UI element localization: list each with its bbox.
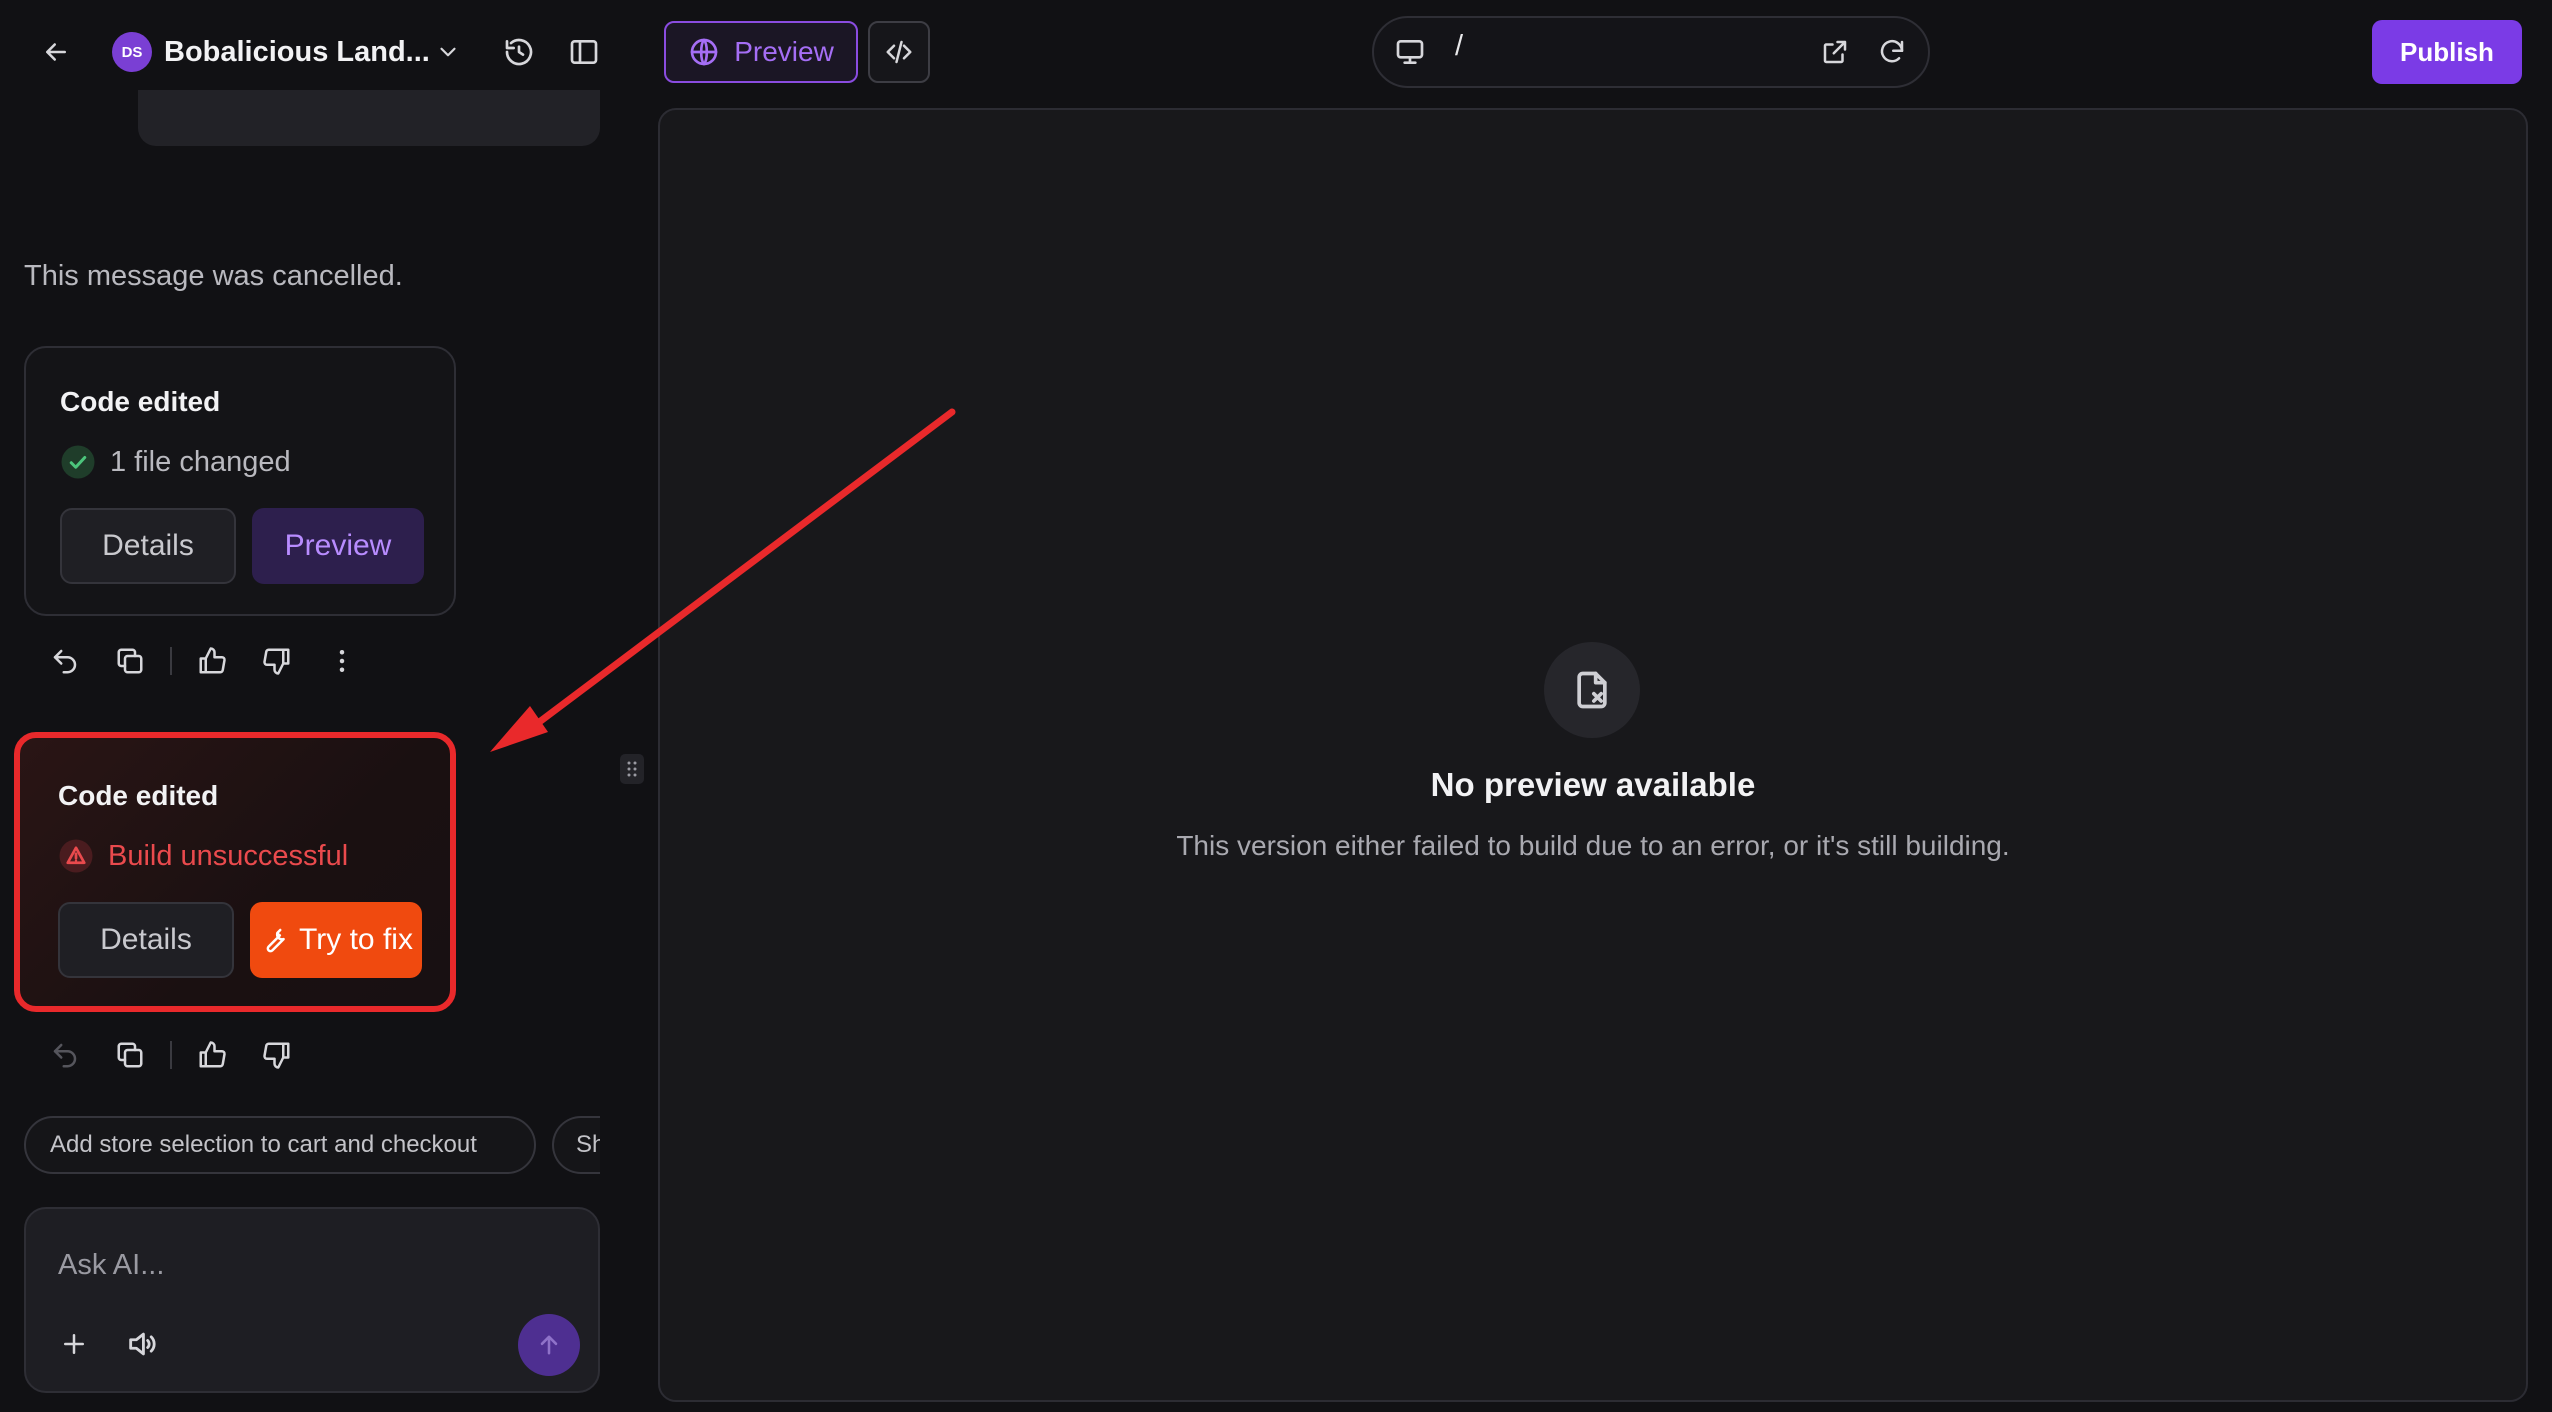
actions-divider	[170, 1041, 172, 1069]
check-circle-icon	[60, 444, 96, 480]
empty-state-title: No preview available	[1430, 766, 1756, 803]
file-error-icon	[1544, 642, 1640, 738]
copy-button[interactable]	[105, 1030, 155, 1080]
thumbs-up-button[interactable]	[187, 636, 237, 686]
suggestion-chip[interactable]: Sh	[552, 1116, 600, 1174]
message-actions	[40, 1030, 317, 1080]
sidebar-icon	[570, 40, 598, 64]
refresh-button[interactable]	[1872, 32, 1912, 72]
code-icon	[886, 40, 912, 64]
thumbs-up-icon	[199, 647, 226, 674]
cancelled-message: This message was cancelled.	[24, 260, 403, 292]
card-status-text: 1 file changed	[110, 445, 291, 478]
try-to-fix-button[interactable]: Try to fix	[250, 902, 422, 978]
undo-button[interactable]	[40, 1030, 90, 1080]
card-status: 1 file changed	[60, 444, 291, 480]
details-button[interactable]: Details	[58, 902, 234, 978]
refresh-icon	[1880, 39, 1904, 63]
copy-icon	[117, 1042, 143, 1068]
globe-icon	[690, 38, 718, 66]
thumbs-down-icon	[263, 1042, 290, 1069]
history-icon	[505, 38, 533, 66]
publish-button[interactable]: Publish	[2372, 20, 2522, 84]
history-button[interactable]	[497, 30, 541, 74]
device-toggle-button[interactable]	[1389, 32, 1431, 72]
open-external-button[interactable]	[1815, 32, 1855, 72]
back-button[interactable]	[30, 28, 82, 76]
actions-divider	[170, 647, 172, 675]
card-title: Code edited	[58, 780, 219, 811]
undo-icon	[53, 1043, 77, 1068]
undo-icon	[53, 649, 77, 674]
project-menu-toggle[interactable]	[430, 34, 466, 70]
speaker-icon	[129, 1332, 156, 1356]
preview-panel	[658, 108, 2528, 1402]
external-link-icon	[1823, 40, 1847, 64]
voice-mode-button[interactable]	[118, 1322, 166, 1366]
sidebar-toggle-button[interactable]	[562, 30, 606, 74]
code-edited-card-success: Code edited 1 file changed Details Previ…	[24, 346, 456, 616]
try-to-fix-label: Try to fix	[299, 923, 413, 956]
message-actions	[40, 636, 382, 686]
preview-tab-label: Preview	[734, 36, 834, 67]
thumbs-down-icon	[263, 648, 290, 675]
suggestion-chip[interactable]: Add store selection to cart and checkout	[24, 1116, 536, 1174]
thumbs-up-icon	[199, 1041, 226, 1068]
previous-message-bubble	[138, 90, 600, 146]
arrow-left-icon	[46, 43, 66, 61]
project-avatar[interactable]: DS	[112, 32, 152, 72]
card-title: Code edited	[60, 386, 221, 417]
code-tab[interactable]	[868, 21, 930, 83]
panel-resize-handle[interactable]	[620, 754, 644, 784]
url-path[interactable]: /	[1455, 30, 1463, 63]
code-edited-card-error: Code edited Build unsuccessful Details T…	[14, 732, 456, 1012]
arrow-up-icon	[540, 1335, 558, 1355]
grip-icon	[627, 761, 637, 777]
monitor-icon	[1396, 39, 1424, 64]
undo-button[interactable]	[40, 636, 90, 686]
preview-button[interactable]: Preview	[252, 508, 424, 584]
card-status-text: Build unsuccessful	[108, 839, 349, 872]
thumbs-down-button[interactable]	[252, 1030, 302, 1080]
chevron-down-icon	[440, 47, 456, 57]
wrench-icon	[266, 928, 285, 953]
more-options-button[interactable]	[317, 636, 367, 686]
thumbs-down-button[interactable]	[252, 636, 302, 686]
more-vertical-icon	[339, 650, 345, 672]
plus-icon	[64, 1334, 84, 1354]
details-button[interactable]: Details	[60, 508, 236, 584]
project-name[interactable]: Bobalicious Land...	[164, 32, 430, 72]
thumbs-up-button[interactable]	[187, 1030, 237, 1080]
copy-button[interactable]	[105, 636, 155, 686]
ask-ai-input[interactable]	[58, 1243, 558, 1287]
chat-composer	[24, 1207, 600, 1393]
preview-tab[interactable]: Preview	[664, 21, 858, 83]
alert-triangle-icon	[58, 838, 94, 874]
empty-state-description: This version either failed to build due …	[1176, 830, 2010, 861]
copy-icon	[117, 648, 143, 674]
card-status: Build unsuccessful	[58, 838, 348, 874]
add-attachment-button[interactable]	[52, 1322, 96, 1366]
send-button[interactable]	[518, 1314, 580, 1376]
